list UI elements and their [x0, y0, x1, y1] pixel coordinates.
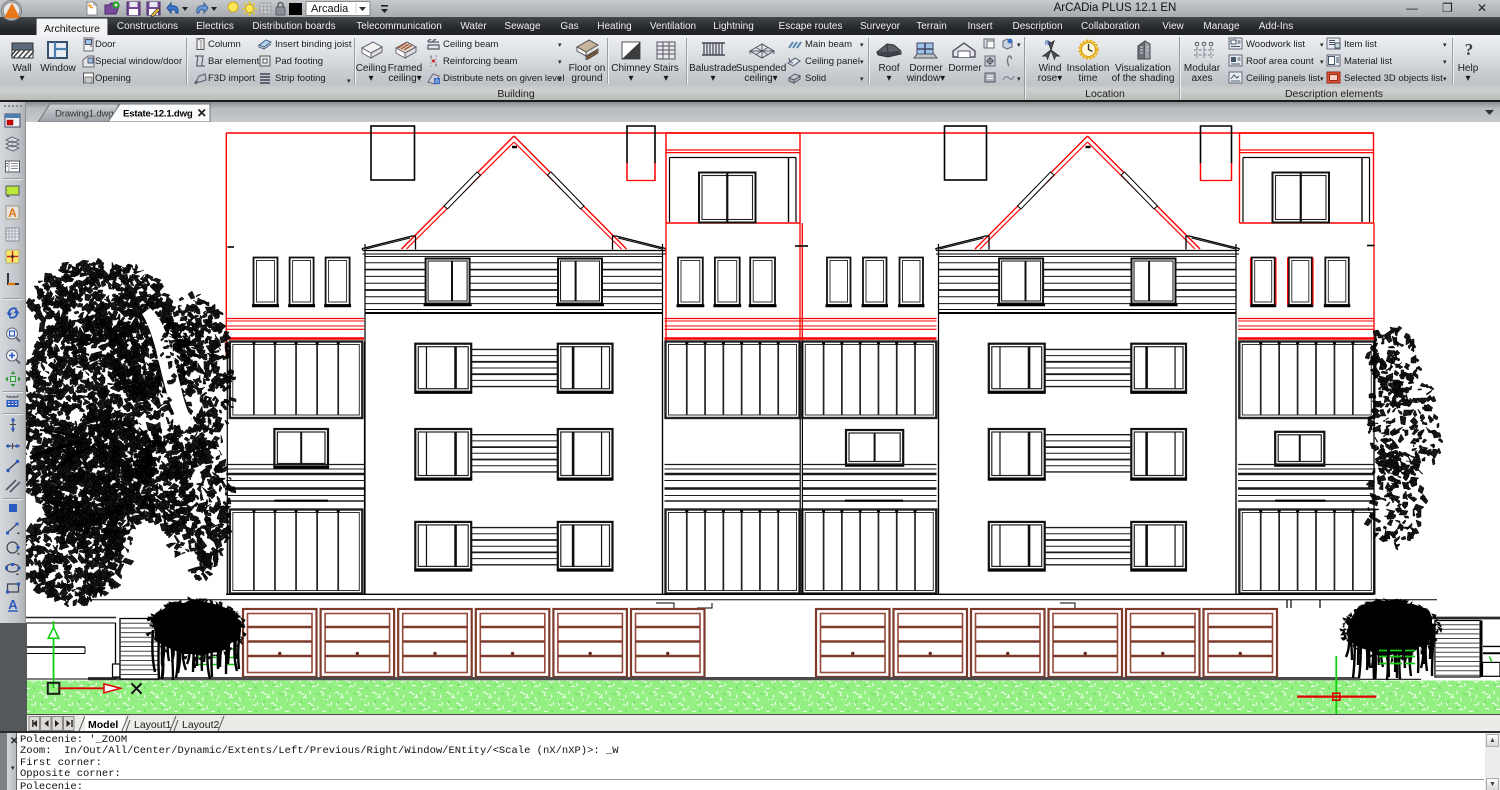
svg-text:A: A — [8, 206, 17, 220]
svg-text:Layout1: Layout1 — [134, 719, 172, 731]
svg-text:Layout2: Layout2 — [182, 719, 220, 731]
svg-text:Estate-12.1.dwg: Estate-12.1.dwg — [123, 109, 193, 120]
svg-text:Drawing1.dwg: Drawing1.dwg — [55, 109, 113, 120]
svg-text:A: A — [8, 597, 18, 612]
svg-text:N: N — [1045, 41, 1049, 47]
svg-text:Model: Model — [88, 719, 118, 731]
svg-text:?: ? — [1465, 40, 1474, 59]
svg-text:Arcadia: Arcadia — [311, 3, 349, 15]
